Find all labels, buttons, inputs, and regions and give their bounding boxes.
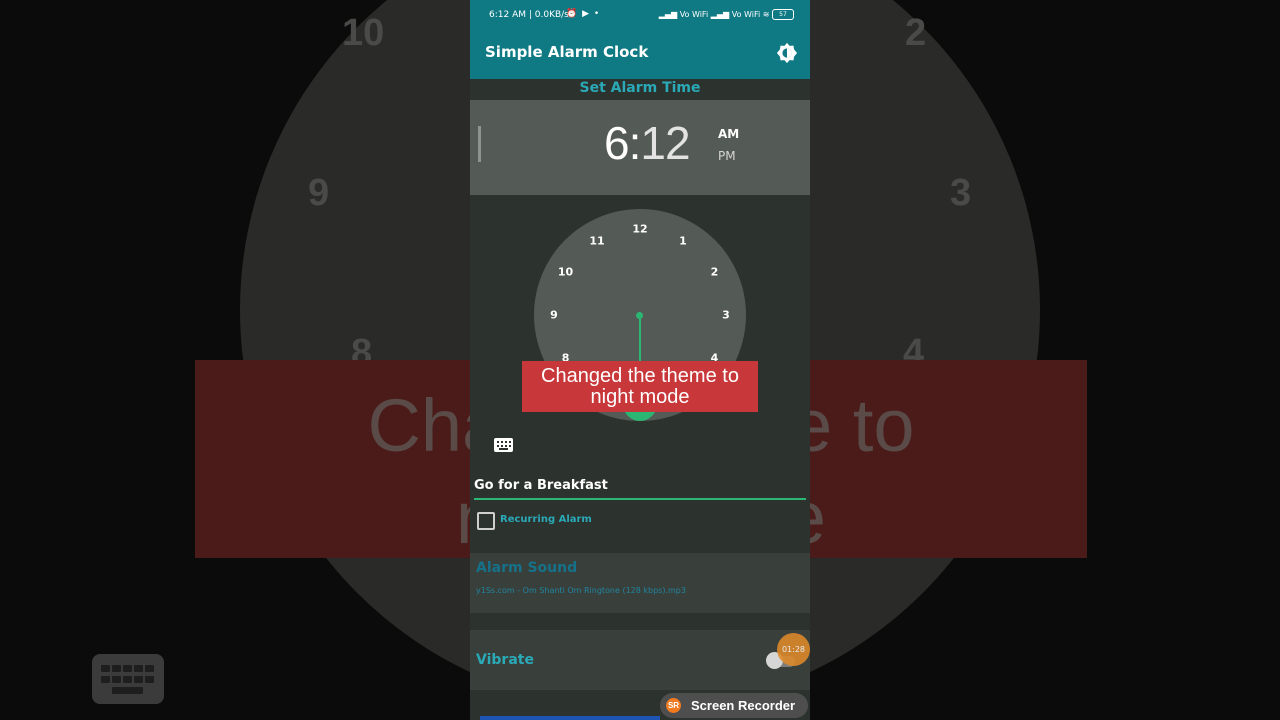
status-system-icons: ▂▄▆ Vo WiFi ▂▄▆ Vo WiFi ≋ 57 [659, 9, 794, 20]
dial-number-10[interactable]: 10 [558, 266, 573, 279]
pm-toggle[interactable]: PM [718, 149, 736, 163]
status-notification-icons: ⏰ ▶ • [566, 9, 601, 19]
recording-timer[interactable]: 01:28 [777, 633, 810, 666]
status-bar: 6:12 AM | 0.0KB/s ⏰ ▶ • ▂▄▆ Vo WiFi ▂▄▆ … [470, 0, 810, 30]
hour-display[interactable]: 6 [604, 117, 630, 169]
dial-number-2[interactable]: 2 [711, 266, 719, 279]
dial-number-9[interactable]: 9 [550, 309, 558, 322]
video-caption: Changed the theme to night mode [522, 361, 758, 412]
screen-recorder-bar[interactable]: SR Screen Recorder [660, 693, 808, 718]
brightness-icon[interactable] [776, 42, 798, 64]
vibrate-label: Vibrate [476, 652, 534, 668]
bottom-accent-bar [480, 716, 660, 720]
app-title: Simple Alarm Clock [485, 43, 649, 61]
clock-hand-center [636, 312, 643, 319]
screen-recorder-label: Screen Recorder [691, 698, 796, 713]
recurring-alarm-checkbox[interactable] [477, 512, 495, 530]
signal-wifi-icons: ▂▄▆ Vo WiFi ▂▄▆ Vo WiFi ≋ [658, 10, 770, 19]
status-time: 6:12 AM | 0.0KB/s [489, 10, 569, 20]
battery-icon: 57 [772, 9, 794, 20]
alarm-sound-file: y1Ss.com - Om Shanti Om Ringtone (128 kb… [476, 586, 686, 595]
set-alarm-time-title: Set Alarm Time [579, 80, 701, 96]
clock-hand[interactable] [639, 315, 641, 361]
keyboard-icon[interactable] [494, 438, 513, 452]
time-display-panel: 6:12 AM PM [470, 100, 810, 195]
alarm-sound-title: Alarm Sound [476, 560, 578, 576]
background-number: 10 [342, 12, 385, 54]
background-number: 9 [308, 172, 330, 214]
alarm-sound-card[interactable]: Alarm Sound y1Ss.com - Om Shanti Om Ring… [470, 553, 810, 613]
dial-number-1[interactable]: 1 [679, 234, 687, 247]
dial-number-11[interactable]: 11 [589, 234, 604, 247]
background-number: 3 [950, 172, 972, 214]
alarm-label-input[interactable]: Go for a Breakfast [474, 477, 806, 500]
minute-display[interactable]: 12 [640, 117, 690, 169]
background-keyboard-icon [92, 654, 164, 704]
dial-number-3[interactable]: 3 [722, 309, 730, 322]
dial-number-12[interactable]: 12 [632, 223, 647, 236]
time-colon: : [628, 117, 642, 169]
background-number: 2 [905, 12, 927, 54]
phone-screen: 6:12 AM | 0.0KB/s ⏰ ▶ • ▂▄▆ Vo WiFi ▂▄▆ … [470, 0, 810, 720]
recurring-alarm-label[interactable]: Recurring Alarm [500, 514, 592, 525]
time-display: 6:12 [604, 116, 691, 170]
app-bar: Simple Alarm Clock [470, 30, 810, 79]
text-cursor [478, 126, 481, 162]
screen-recorder-logo: SR [666, 698, 681, 713]
am-toggle[interactable]: AM [718, 127, 739, 141]
vibrate-card: Vibrate [470, 630, 810, 690]
